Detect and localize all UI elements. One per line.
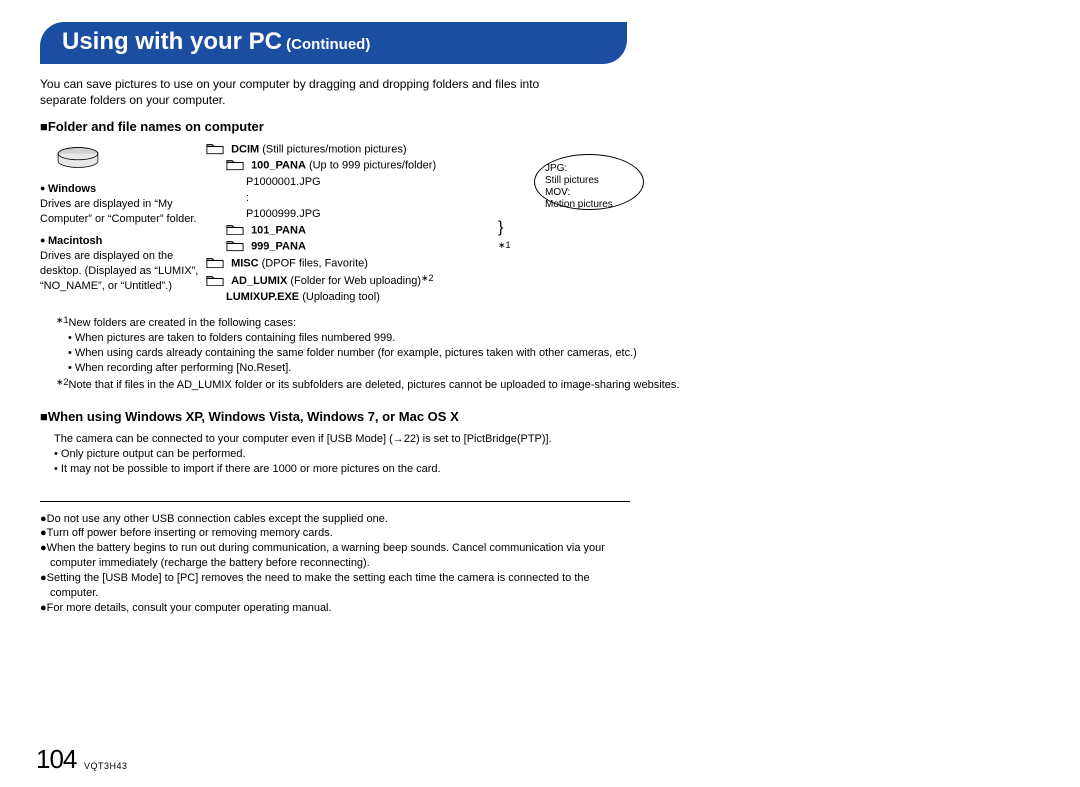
intro-text: You can save pictures to use on your com… — [40, 76, 560, 108]
os-column: Windows Drives are displayed in “My Comp… — [40, 142, 206, 302]
section2: ■When using Windows XP, Windows Vista, W… — [40, 408, 1040, 476]
footnotes: ∗1New folders are created in the followi… — [56, 314, 1040, 392]
folder-icon — [206, 256, 224, 269]
brace-sup: } ∗1 — [498, 217, 511, 254]
file-type-balloon: JPG: Still pictures MOV: Motion pictures — [534, 154, 644, 210]
folder-tree: DCIM (Still pictures/motion pictures) 10… — [206, 142, 446, 306]
folder-icon — [226, 223, 244, 236]
hdd-icon — [54, 146, 102, 172]
folder-icon — [206, 142, 224, 155]
windows-text: Drives are displayed in “My Computer” or… — [40, 198, 197, 225]
section2-body: The camera can be connected to your comp… — [54, 432, 1040, 477]
folder-icon — [226, 239, 244, 252]
page-title: Using with your PC (Continued) — [62, 28, 370, 56]
content-area: You can save pictures to use on your com… — [40, 76, 1040, 615]
folder-icon — [226, 158, 244, 171]
title-bar: Using with your PC (Continued) — [40, 22, 1080, 64]
separator-line — [40, 501, 630, 502]
folder-icon — [206, 274, 224, 287]
folder-tree-wrap: DCIM (Still pictures/motion pictures) 10… — [206, 142, 446, 306]
bottom-notes: ●Do not use any other USB connection cab… — [40, 512, 630, 616]
mac-text: Drives are displayed on the desktop. (Di… — [40, 250, 198, 292]
section1-heading: ■Folder and file names on computer — [40, 118, 1040, 136]
doc-code: VQT3H43 — [84, 761, 128, 771]
folder-layout-row: Windows Drives are displayed in “My Comp… — [40, 142, 1040, 306]
mac-label: Macintosh — [40, 235, 102, 247]
section2-heading: ■When using Windows XP, Windows Vista, W… — [40, 408, 1040, 426]
page-number: 104 — [36, 744, 76, 775]
windows-label: Windows — [40, 183, 96, 195]
